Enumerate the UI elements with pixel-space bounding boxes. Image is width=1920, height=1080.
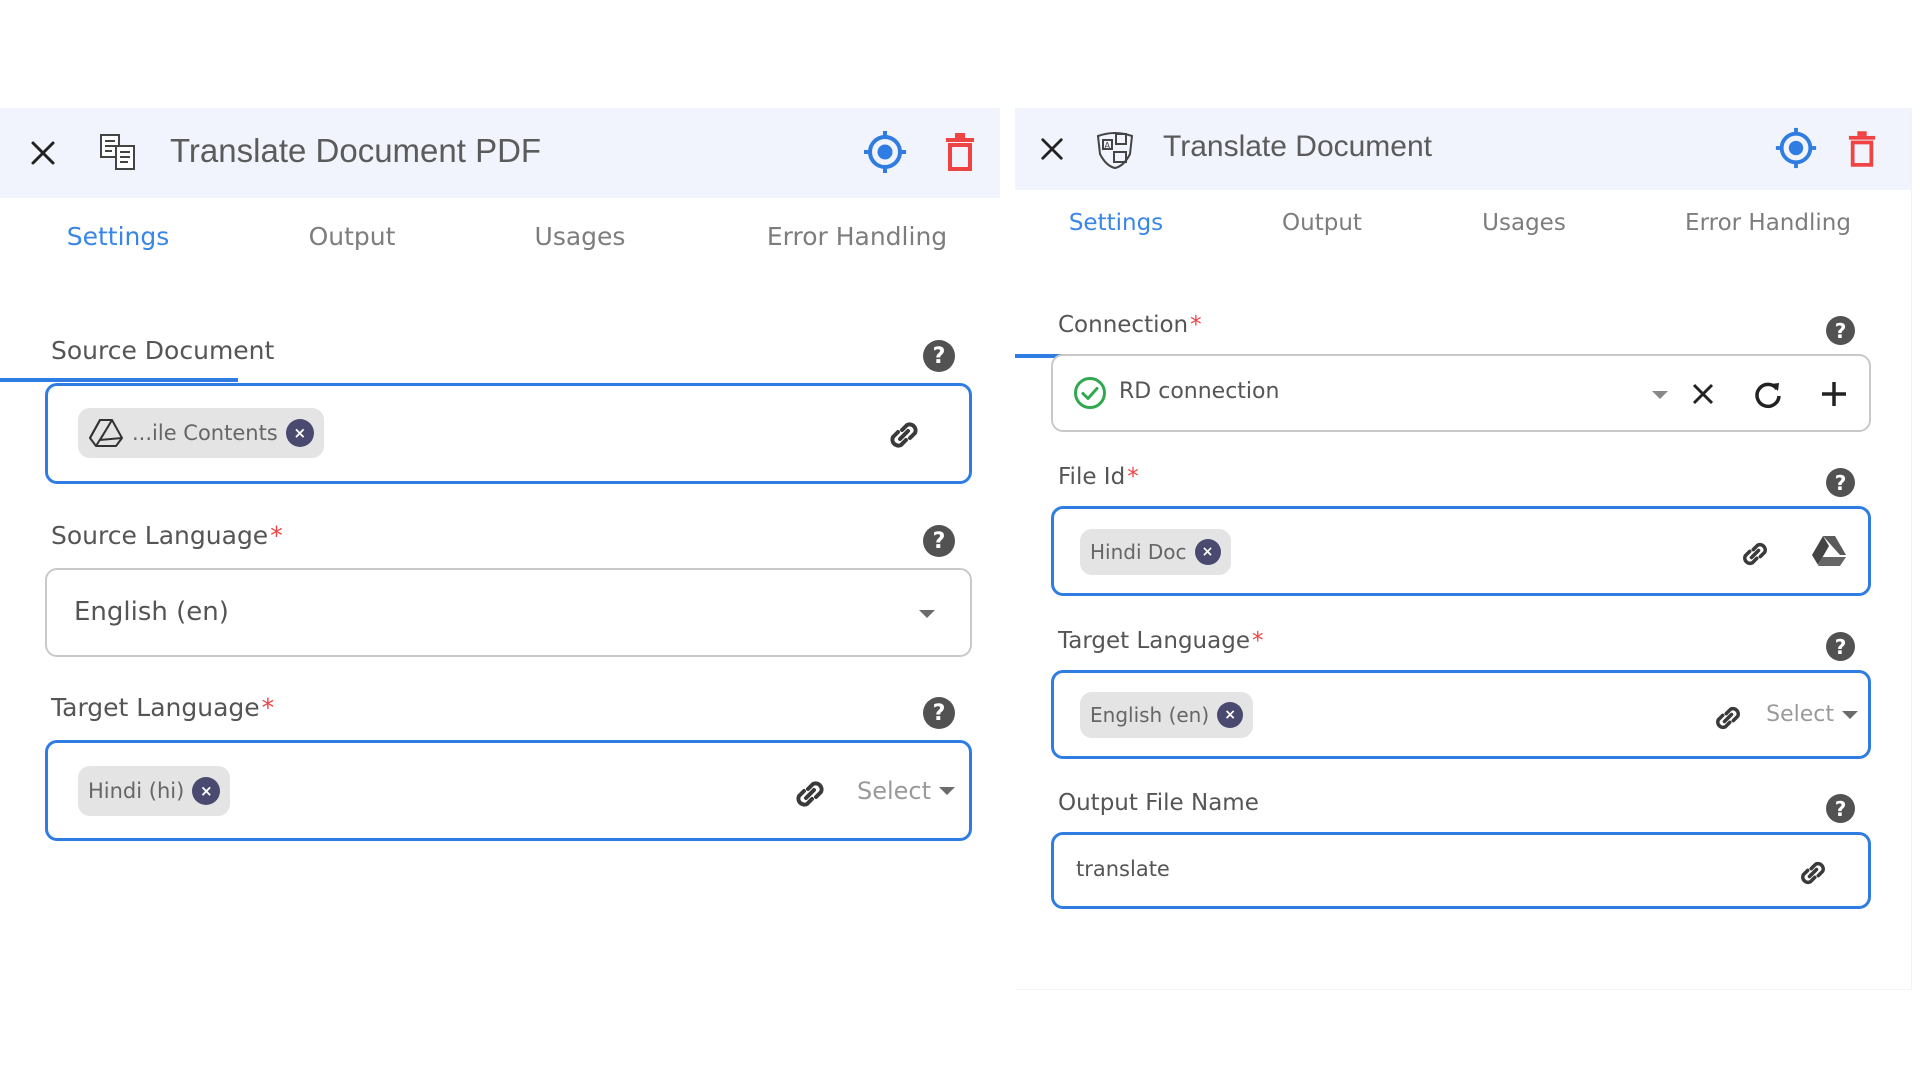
tab-usages[interactable]: Usages [1482, 210, 1566, 236]
connection-select[interactable]: RD connection [1051, 354, 1871, 432]
output-file-name-value: translate [1076, 857, 1170, 881]
tab-usages[interactable]: Usages [535, 222, 626, 251]
tab-settings[interactable]: Settings [67, 222, 170, 251]
link-button[interactable] [1711, 701, 1745, 735]
target-language-label: Target Language* [51, 693, 275, 722]
clear-connection-button[interactable] [1689, 380, 1717, 408]
target-icon [1775, 127, 1817, 169]
chip-remove-button[interactable]: × [1194, 539, 1221, 565]
chevron-down-icon [1652, 391, 1668, 399]
output-file-name-label: Output File Name [1058, 790, 1259, 816]
link-icon [1743, 542, 1767, 566]
close-icon [1041, 138, 1063, 160]
chip-remove-button[interactable]: × [285, 419, 314, 447]
link-icon [796, 781, 824, 807]
add-connection-button[interactable] [1818, 378, 1850, 410]
active-tab-indicator [0, 378, 238, 382]
translate-document-panel: A Translate Document Settings Output Usa… [1015, 108, 1912, 990]
link-icon [1801, 861, 1825, 885]
tab-output[interactable]: Output [309, 222, 396, 251]
panel-header: A Translate Document [1015, 108, 1911, 190]
source-document-chip: ...ile Contents × [78, 408, 324, 458]
tab-settings[interactable]: Settings [1069, 210, 1163, 236]
tab-output[interactable]: Output [1282, 210, 1362, 236]
dropdown-button[interactable] [918, 608, 936, 620]
trash-icon [946, 133, 974, 171]
help-icon[interactable]: ? [923, 697, 955, 729]
svg-text:A: A [1105, 141, 1111, 150]
translate-document-pdf-panel: Translate Document PDF Settings Output U… [0, 108, 1000, 1008]
source-language-label: Source Language* [51, 521, 283, 550]
trash-icon [1848, 131, 1876, 167]
chip-remove-button[interactable]: × [192, 777, 221, 805]
help-icon[interactable]: ? [923, 525, 955, 557]
refresh-button[interactable] [1752, 378, 1784, 410]
google-drive-button[interactable] [1810, 533, 1848, 569]
locate-button[interactable] [1774, 126, 1820, 172]
link-button[interactable] [791, 775, 829, 813]
panel-header: Translate Document PDF [0, 108, 1000, 198]
link-icon [890, 422, 918, 448]
panel-title: Translate Document [1163, 130, 1433, 163]
source-document-label: Source Document [51, 336, 275, 365]
source-language-select[interactable]: English (en) [45, 568, 972, 657]
delete-button[interactable] [945, 132, 979, 172]
source-document-input[interactable]: ...ile Contents × [45, 383, 972, 484]
help-icon[interactable]: ? [1826, 468, 1855, 497]
tab-bar: Settings Output Usages Error Handling [0, 220, 1000, 382]
target-language-input[interactable]: English (en) × Select [1051, 670, 1871, 759]
refresh-icon [1755, 382, 1781, 409]
target-language-chip: Hindi (hi) × [78, 766, 231, 816]
help-icon[interactable]: ? [1826, 632, 1855, 661]
target-language-label: Target Language* [1058, 628, 1264, 654]
close-button[interactable] [1035, 132, 1069, 166]
help-icon[interactable]: ? [1826, 794, 1855, 823]
source-language-value: English (en) [74, 597, 229, 627]
connection-value: RD connection [1119, 379, 1280, 404]
delete-button[interactable] [1848, 130, 1882, 170]
link-icon [1716, 706, 1740, 730]
chip-remove-button[interactable]: × [1217, 702, 1244, 728]
translate-icon: A [1093, 127, 1137, 171]
chevron-down-icon [1842, 710, 1858, 719]
tab-error-handling[interactable]: Error Handling [767, 222, 947, 251]
target-language-chip: English (en) × [1080, 692, 1254, 738]
close-icon [31, 141, 55, 165]
file-id-chip: Hindi Doc × [1080, 529, 1231, 575]
tab-error-handling[interactable]: Error Handling [1685, 210, 1851, 236]
connection-label: Connection* [1058, 312, 1202, 338]
target-language-input[interactable]: Hindi (hi) × Select [45, 740, 972, 841]
dropdown-button[interactable] [1651, 390, 1669, 400]
close-button[interactable] [26, 136, 60, 170]
target-language-select[interactable]: Select [857, 777, 955, 805]
plus-icon [1822, 382, 1846, 406]
file-id-label: File Id* [1058, 464, 1139, 490]
chevron-down-icon [919, 610, 935, 618]
file-id-input[interactable]: Hindi Doc × [1051, 506, 1871, 596]
close-icon [1692, 383, 1714, 405]
target-icon [864, 131, 906, 173]
google-drive-icon [1812, 536, 1846, 566]
check-circle-icon [1073, 376, 1107, 410]
translate-document-icon [96, 130, 140, 174]
link-button[interactable] [1738, 537, 1772, 571]
target-language-select[interactable]: Select [1766, 702, 1858, 727]
help-icon[interactable]: ? [1826, 316, 1855, 345]
google-drive-outline-icon [88, 415, 124, 451]
output-file-name-input[interactable]: translate [1051, 832, 1871, 909]
help-icon[interactable]: ? [923, 340, 955, 372]
chevron-down-icon [939, 787, 955, 795]
panel-title: Translate Document PDF [170, 132, 542, 169]
link-button[interactable] [885, 416, 923, 454]
tab-bar: Settings Output Usages Error Handling [1015, 208, 1911, 358]
link-button[interactable] [1796, 856, 1830, 890]
locate-button[interactable] [862, 129, 908, 175]
